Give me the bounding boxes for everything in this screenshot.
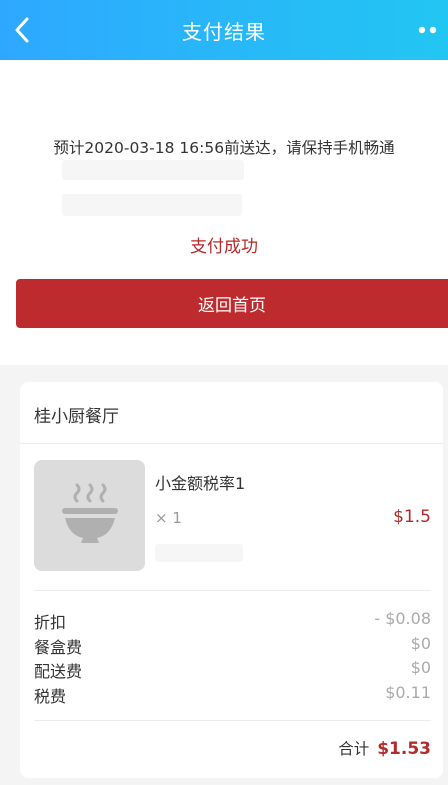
fee-row-tax: 税费 $0.11 <box>34 683 431 707</box>
top-nav-bar: 支付结果 <box>0 0 448 60</box>
divider <box>34 590 431 591</box>
placeholder-block <box>62 160 244 180</box>
more-button[interactable] <box>414 16 444 44</box>
fee-value: $0 <box>410 658 431 677</box>
item-name: 小金额税率1 <box>155 474 246 493</box>
order-summary-card: 桂小厨餐厅 小金额税率1 × 1 $1.5 折扣 - $0.08 餐盒费 $0 … <box>20 382 443 778</box>
divider <box>20 443 443 444</box>
back-button[interactable] <box>6 12 38 48</box>
placeholder-block <box>155 544 243 562</box>
total-value: $1.53 <box>377 739 431 759</box>
fee-value: - $0.08 <box>374 609 431 628</box>
item-price: $1.5 <box>393 507 431 527</box>
delivery-eta-text: 预计2020-03-18 16:56前送达，请保持手机畅通 <box>53 139 395 157</box>
more-dots-icon <box>418 26 437 34</box>
chevron-left-icon <box>15 17 29 43</box>
payment-result-panel: 预计2020-03-18 16:56前送达，请保持手机畅通 支付成功 返回首页 <box>0 60 448 365</box>
fee-value: $0 <box>410 634 431 653</box>
fee-row-delivery: 配送费 $0 <box>34 658 431 682</box>
fee-label: 餐盒费 <box>34 638 83 657</box>
payment-success-text: 支付成功 <box>190 237 258 257</box>
total-label: 合计 <box>338 740 370 758</box>
return-home-button[interactable]: 返回首页 <box>16 279 448 328</box>
order-total: 合计 $1.53 <box>338 737 431 759</box>
item-quantity: × 1 <box>155 509 182 527</box>
fee-label: 折扣 <box>34 613 67 632</box>
item-image <box>34 460 145 571</box>
fee-label: 配送费 <box>34 662 83 681</box>
divider <box>34 720 431 721</box>
bowl-icon <box>61 483 118 543</box>
page-title: 支付结果 <box>182 19 266 44</box>
fee-label: 税费 <box>34 687 67 706</box>
placeholder-block <box>62 194 242 216</box>
fee-value: $0.11 <box>385 683 431 702</box>
shop-name: 桂小厨餐厅 <box>34 407 119 427</box>
fee-row-discount: 折扣 - $0.08 <box>34 609 431 633</box>
fee-row-packaging: 餐盒费 $0 <box>34 634 431 658</box>
